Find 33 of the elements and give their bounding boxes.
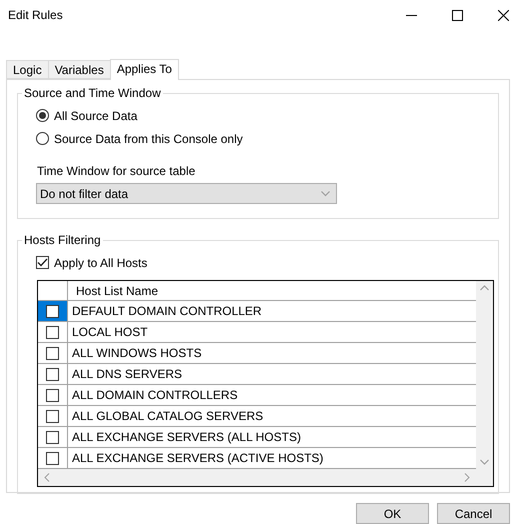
group-title: Hosts Filtering xyxy=(23,233,102,247)
checkbox[interactable] xyxy=(46,410,59,422)
table-cell-text: DEFAULT DOMAIN CONTROLLER xyxy=(71,303,263,320)
radio-label: Source Data from this Console only xyxy=(54,132,243,146)
tab[interactable]: Variables xyxy=(48,60,111,79)
checkbox[interactable] xyxy=(36,256,49,269)
radio-label: All Source Data xyxy=(54,108,138,122)
checkbox[interactable] xyxy=(46,304,59,318)
table-cell-text: ALL EXCHANGE SERVERS (ALL HOSTS) xyxy=(71,429,302,446)
table-cell-text: ALL DOMAIN CONTROLLERS xyxy=(71,387,239,404)
time-window-dropdown[interactable]: Do not filter data xyxy=(36,183,337,204)
checkbox-label: Apply to All Hosts xyxy=(54,256,148,270)
checkbox[interactable] xyxy=(46,388,59,402)
radio-button[interactable] xyxy=(36,109,49,122)
dialog-button[interactable]: OK xyxy=(356,503,429,524)
table-cell-text: ALL WINDOWS HOSTS xyxy=(71,345,203,362)
tab[interactable]: Logic xyxy=(6,60,49,79)
checkbox[interactable] xyxy=(46,326,59,338)
column-header[interactable]: Host List Name xyxy=(68,281,476,300)
window-title: Edit Rules xyxy=(8,8,64,22)
table-cell-text: ALL GLOBAL CATALOG SERVERS xyxy=(71,408,264,425)
table-cell-text: LOCAL HOST xyxy=(71,324,149,341)
field-label: Time Window for source table xyxy=(37,164,196,178)
checkbox[interactable] xyxy=(46,368,59,380)
checkbox[interactable] xyxy=(46,452,59,464)
table-cell-text: ALL EXCHANGE SERVERS (ACTIVE HOSTS) xyxy=(71,450,324,467)
group-title: Source and Time Window xyxy=(23,86,162,100)
radio-button[interactable] xyxy=(36,132,49,145)
tab[interactable]: Applies To xyxy=(110,59,179,80)
table-cell-text: ALL DNS SERVERS xyxy=(71,366,184,383)
dialog-button[interactable]: Cancel xyxy=(437,503,510,524)
checkbox[interactable] xyxy=(46,346,59,360)
checkbox[interactable] xyxy=(46,430,59,444)
